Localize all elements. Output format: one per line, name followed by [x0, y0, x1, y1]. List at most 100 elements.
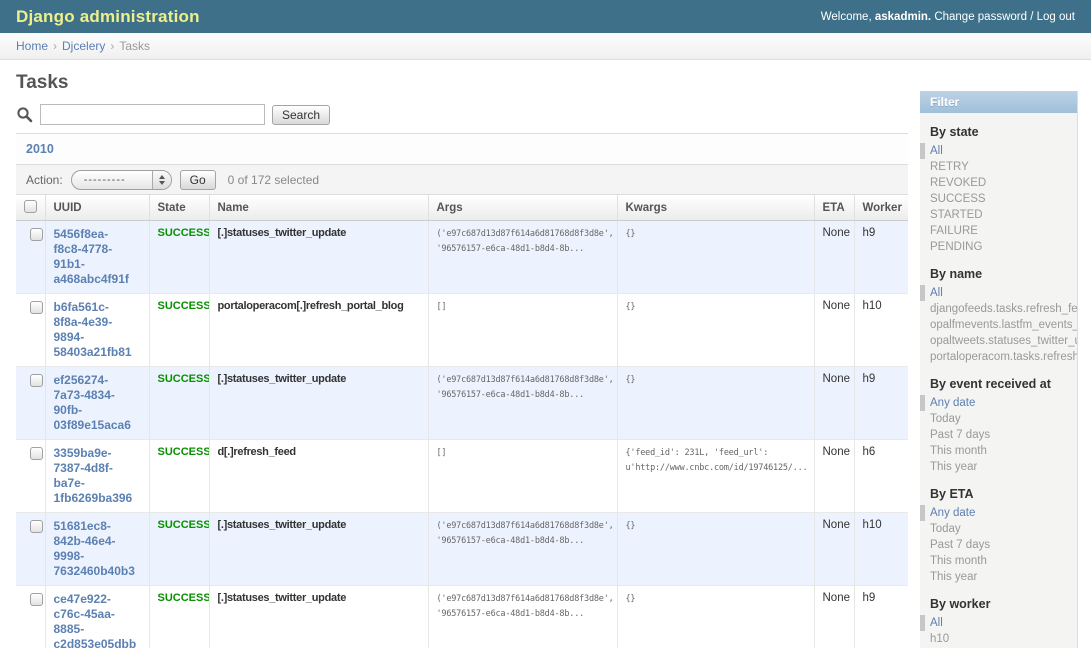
filter-item-any-date[interactable]: Any date — [920, 505, 1077, 521]
results-table: UUID State Name Args Kwargs ETA Worker 5… — [16, 195, 908, 648]
filter-section-by-worker: By worker All h10 h8 h6 — [920, 597, 1077, 648]
task-eta: None — [814, 367, 854, 440]
filter-item-pending[interactable]: PENDING — [930, 239, 1077, 255]
filter-item-today[interactable]: Today — [930, 521, 1077, 537]
breadcrumb-separator: › — [110, 39, 114, 53]
filter-item-revoked[interactable]: REVOKED — [930, 175, 1077, 191]
filter-item-worker-h10[interactable]: h10 — [930, 631, 1077, 647]
action-label: Action: — [26, 173, 63, 187]
uuid-link[interactable]: 5456f8ea- f8c8-4778- 91b1- a468abc4f91f — [54, 227, 145, 287]
state-badge: SUCCESS — [158, 300, 210, 312]
task-args: ('e97c687d13d87f614a6d81768d8f3d8e', '96… — [428, 586, 617, 648]
column-header-kwargs[interactable]: Kwargs — [617, 195, 814, 221]
filter-item-past7days[interactable]: Past 7 days — [930, 537, 1077, 553]
filter-item-past7days[interactable]: Past 7 days — [930, 427, 1077, 443]
task-eta: None — [814, 440, 854, 513]
state-badge: SUCCESS — [158, 227, 210, 239]
uuid-link[interactable]: ef256274- 7a73-4834- 90fb- 03f89e15aca6 — [54, 373, 145, 433]
breadcrumb-app-link[interactable]: Djcelery — [62, 39, 105, 53]
row-checkbox[interactable] — [30, 520, 43, 533]
select-all-checkbox[interactable] — [24, 200, 37, 213]
task-worker: h9 — [854, 586, 908, 648]
task-kwargs: {} — [617, 513, 814, 586]
state-badge: SUCCESS — [158, 446, 210, 458]
task-args: ('e97c687d13d87f614a6d81768d8f3d8e', '96… — [428, 367, 617, 440]
django-admin-page: Django administration Welcome, askadmin.… — [0, 0, 1091, 648]
tools-separator: / — [1030, 11, 1033, 23]
task-eta: None — [814, 513, 854, 586]
filter-item-all[interactable]: All — [920, 143, 1077, 159]
filter-item-this-month[interactable]: This month — [930, 443, 1077, 459]
header-bar: Django administration Welcome, askadmin.… — [0, 0, 1091, 33]
uuid-link[interactable]: b6fa561c- 8f8a-4e39- 9894- 58403a21fb81 — [54, 300, 145, 360]
task-args: [] — [428, 294, 617, 367]
filter-item-all[interactable]: All — [920, 615, 1077, 631]
change-password-link[interactable]: Change password — [934, 11, 1027, 23]
filter-item-success[interactable]: SUCCESS — [930, 191, 1077, 207]
row-checkbox[interactable] — [30, 228, 43, 241]
filter-item-this-year[interactable]: This year — [930, 459, 1077, 475]
filter-item-today[interactable]: Today — [930, 411, 1077, 427]
breadcrumb-home-link[interactable]: Home — [16, 39, 48, 53]
logout-link[interactable]: Log out — [1037, 11, 1075, 23]
filter-item-task-name[interactable]: opaltweets.statuses_twitter_update — [930, 333, 1077, 349]
row-checkbox[interactable] — [30, 301, 43, 314]
actions-bar: Action: --------- Go 0 of 172 selected — [16, 165, 908, 195]
task-args: ('e97c687d13d87f614a6d81768d8f3d8e', '96… — [428, 513, 617, 586]
task-name: [.]statuses_twitter_update — [209, 513, 428, 586]
task-worker: h9 — [854, 367, 908, 440]
filter-section-title: By worker — [930, 597, 1067, 611]
uuid-link[interactable]: 51681ec8- 842b-46e4- 9998- 7632460b40b3 — [54, 519, 145, 579]
selection-counter: 0 of 172 selected — [228, 173, 319, 187]
filter-section-by-event-received: By event received at Any date Today Past… — [920, 377, 1077, 475]
table-row: 5456f8ea- f8c8-4778- 91b1- a468abc4f91f … — [16, 221, 908, 294]
column-header-eta[interactable]: ETA — [814, 195, 854, 221]
table-row: 51681ec8- 842b-46e4- 9998- 7632460b40b3 … — [16, 513, 908, 586]
task-eta: None — [814, 294, 854, 367]
table-header-row: UUID State Name Args Kwargs ETA Worker — [16, 195, 908, 221]
row-checkbox[interactable] — [30, 374, 43, 387]
filter-item-all[interactable]: All — [920, 285, 1077, 301]
search-input[interactable] — [40, 104, 265, 125]
welcome-text: Welcome, — [821, 11, 872, 23]
site-brand: Django administration — [16, 7, 200, 27]
filter-item-started[interactable]: STARTED — [930, 207, 1077, 223]
task-name: d[.]refresh_feed — [209, 440, 428, 513]
go-button[interactable]: Go — [180, 170, 216, 190]
task-args: ('e97c687d13d87f614a6d81768d8f3d8e', '96… — [428, 221, 617, 294]
task-worker: h9 — [854, 221, 908, 294]
username: askadmin. — [875, 11, 931, 23]
column-header-worker[interactable]: Worker — [854, 195, 908, 221]
filter-item-failure[interactable]: FAILURE — [930, 223, 1077, 239]
task-worker: h10 — [854, 294, 908, 367]
filter-item-this-month[interactable]: This month — [930, 553, 1077, 569]
filter-item-task-name[interactable]: portaloperacom.tasks.refresh_portal_blog — [930, 349, 1077, 365]
filter-item-retry[interactable]: RETRY — [930, 159, 1077, 175]
uuid-link[interactable]: ce47e922- c76c-45aa- 8885- c2d853e05dbb — [54, 592, 145, 648]
column-header-uuid[interactable]: UUID — [45, 195, 149, 221]
filter-section-by-state: By state All RETRY REVOKED SUCCESS START… — [920, 125, 1077, 255]
changelist-module: 2010 Action: --------- Go 0 of 172 selec… — [16, 133, 908, 648]
filter-section-title: By state — [930, 125, 1067, 139]
search-button[interactable]: Search — [272, 105, 330, 125]
filter-item-any-date[interactable]: Any date — [920, 395, 1077, 411]
filter-item-task-name[interactable]: djangofeeds.tasks.refresh_feeds — [930, 301, 1077, 317]
filter-item-task-name[interactable]: opalfmevents.lastfm_events_update — [930, 317, 1077, 333]
action-select[interactable]: --------- — [71, 170, 172, 190]
column-header-state[interactable]: State — [149, 195, 209, 221]
task-kwargs: {} — [617, 294, 814, 367]
task-kwargs: {'feed_id': 231L, 'feed_url': u'http://w… — [617, 440, 814, 513]
table-row: b6fa561c- 8f8a-4e39- 9894- 58403a21fb81 … — [16, 294, 908, 367]
date-hierarchy-year-link[interactable]: 2010 — [26, 142, 54, 156]
state-badge: SUCCESS — [158, 373, 210, 385]
row-checkbox[interactable] — [30, 447, 43, 460]
table-row: ce47e922- c76c-45aa- 8885- c2d853e05dbb … — [16, 586, 908, 648]
filter-item-this-year[interactable]: This year — [930, 569, 1077, 585]
task-kwargs: {} — [617, 367, 814, 440]
filter-panel: Filter By state All RETRY REVOKED SUCCES… — [920, 91, 1078, 648]
select-stepper-icon — [152, 171, 171, 189]
row-checkbox[interactable] — [30, 593, 43, 606]
column-header-args[interactable]: Args — [428, 195, 617, 221]
column-header-name[interactable]: Name — [209, 195, 428, 221]
uuid-link[interactable]: 3359ba9e- 7387-4d8f- ba7e- 1fb6269ba396 — [54, 446, 145, 506]
